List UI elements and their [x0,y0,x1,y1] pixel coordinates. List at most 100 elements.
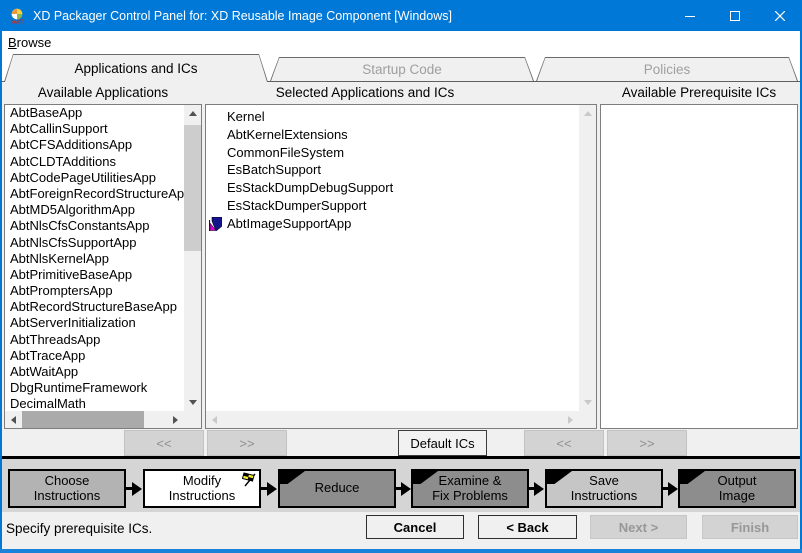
selected-application-item[interactable]: AbtImageSupportApp [206,215,579,233]
available-application-item[interactable]: AbtNlsKernelApp [5,251,184,267]
step-label: Save Instructions [571,474,637,504]
apps-move-right-button[interactable]: >> [207,430,287,456]
available-prerequisite-ics-header: Available Prerequisite ICs [600,85,798,100]
available-application-item[interactable]: AbtRecordStructureBaseApp [5,299,184,315]
step-label: Choose Instructions [34,474,100,504]
available-apps-horizontal-scrollbar[interactable] [5,411,184,428]
default-ics-button[interactable]: Default ICs [398,430,487,456]
close-icon [775,11,785,21]
scroll-left-arrow[interactable] [206,411,223,428]
available-application-item[interactable]: AbtPromptersApp [5,283,184,299]
available-application-item[interactable]: AbtNlsCfsSupportApp [5,235,184,251]
selected-applications-listbox[interactable]: Kernel AbtKernelExtensions [205,104,597,429]
tab-label: Startup Code [271,58,533,81]
selected-application-label: AbtImageSupportApp [227,216,351,231]
step-label: Examine & Fix Problems [432,474,508,504]
scroll-up-arrow[interactable] [184,105,201,122]
applications-tab-page: Available Applications Selected Applicat… [0,81,802,456]
scroll-down-arrow[interactable] [184,394,201,411]
svg-text:VAST: VAST [11,19,24,23]
available-application-item[interactable]: AbtMD5AlgorithmApp [5,202,184,218]
scroll-right-arrow[interactable] [562,411,579,428]
selected-application-item[interactable]: CommonFileSystem [206,144,579,162]
selected-application-label: EsStackDumpDebugSupport [227,180,393,195]
selected-application-item[interactable]: EsStackDumperSupport [206,197,579,215]
workflow-arrow-icon [394,469,412,508]
available-application-item[interactable]: AbtForeignRecordStructureApp [5,186,184,202]
selected-application-item[interactable]: EsBatchSupport [206,161,579,179]
workflow-arrow-icon [260,469,278,508]
finish-button[interactable]: Finish [702,515,798,539]
available-application-item[interactable]: DecimalMath [5,396,184,411]
scroll-up-arrow[interactable] [579,105,596,122]
window-border-left [0,31,2,553]
menu-browse[interactable]: Browse [0,35,59,50]
status-message: Specify prerequisite ICs. [6,521,152,536]
selected-applications-header: Selected Applications and ICs [205,85,525,100]
available-application-item[interactable]: AbtBaseApp [5,105,184,121]
selected-application-item[interactable]: EsStackDumpDebugSupport [206,179,579,197]
window-border-bottom [0,549,802,553]
available-application-item[interactable]: AbtCallinSupport [5,121,184,137]
titlebar[interactable]: VAST XD Packager Control Panel for: XD R… [0,0,802,31]
ics-move-left-button[interactable]: << [524,430,604,456]
ics-move-right-button[interactable]: >> [607,430,687,456]
available-application-item[interactable]: AbtCFSAdditionsApp [5,137,184,153]
available-application-item[interactable]: DbgRuntimeFramework [5,380,184,396]
selected-apps-horizontal-scrollbar[interactable] [206,411,579,428]
scroll-down-arrow[interactable] [579,394,596,411]
status-bar: Specify prerequisite ICs. Cancel < Back … [0,512,802,549]
apps-move-left-button[interactable]: << [124,430,204,456]
step-label: Modify Instructions [169,474,235,504]
selected-application-label: EsStackDumperSupport [227,198,366,213]
tab-label: Applications and ICs [5,55,267,82]
workflow-step-modify-instructions: Modify Instructions [143,469,261,508]
selected-apps-vertical-scrollbar[interactable] [579,105,596,411]
available-application-item[interactable]: AbtTraceApp [5,348,184,364]
available-application-item[interactable]: AbtNlsCfsConstantsApp [5,218,184,234]
workflow-step-choose-instructions: Choose Instructions [8,469,126,508]
workflow-map: Choose Instructions Modify Instructions … [0,459,802,512]
cancel-button[interactable]: Cancel [366,515,464,539]
scrollbar-corner [579,411,596,428]
workflow-arrow-icon [125,469,143,508]
minimize-icon [685,11,695,21]
step-label: Output Image [717,474,756,504]
minimize-button[interactable] [667,0,712,31]
scrollbar-thumb[interactable] [184,125,201,251]
scrollbar-corner [184,411,201,428]
step-label: Reduce [315,481,360,496]
tab-applications-and-ics[interactable]: Applications and ICs [4,54,268,82]
scroll-left-arrow[interactable] [5,411,22,428]
available-apps-vertical-scrollbar[interactable] [184,105,201,411]
available-application-item[interactable]: AbtCodePageUtilitiesApp [5,170,184,186]
workflow-step-reduce: Reduce [278,469,396,508]
selected-application-item[interactable]: Kernel [206,108,579,126]
available-applications-header: Available Applications [4,85,202,100]
workflow-arrow-icon [527,469,545,508]
available-application-item[interactable]: AbtThreadsApp [5,332,184,348]
current-step-flag-icon [242,472,257,487]
scroll-right-arrow[interactable] [167,411,184,428]
workflow-step-output-image: Output Image [678,469,796,508]
tab-startup-code[interactable]: Startup Code [270,57,534,81]
available-application-item[interactable]: AbtServerInitialization [5,315,184,331]
selected-application-item[interactable]: AbtKernelExtensions [206,126,579,144]
selected-application-label: Kernel [227,109,265,124]
workflow-step-save-instructions: Save Instructions [545,469,663,508]
selected-application-label: AbtKernelExtensions [227,127,348,142]
available-application-item[interactable]: AbtCLDTAdditions [5,154,184,170]
back-button[interactable]: < Back [478,515,577,539]
next-button[interactable]: Next > [590,515,687,539]
maximize-button[interactable] [712,0,757,31]
available-application-item[interactable]: AbtWaitApp [5,364,184,380]
tab-policies[interactable]: Policies [536,57,798,81]
close-button[interactable] [757,0,802,31]
maximize-icon [730,11,740,21]
scrollbar-thumb[interactable] [22,411,144,428]
available-application-item[interactable]: AbtPrimitiveBaseApp [5,267,184,283]
step-corner-fold [547,471,572,484]
available-applications-listbox[interactable]: AbtBaseAppAbtCallinSupportAbtCFSAddition… [4,104,202,429]
available-prerequisite-ics-listbox[interactable] [600,104,798,429]
workflow-arrow-icon [661,469,679,508]
